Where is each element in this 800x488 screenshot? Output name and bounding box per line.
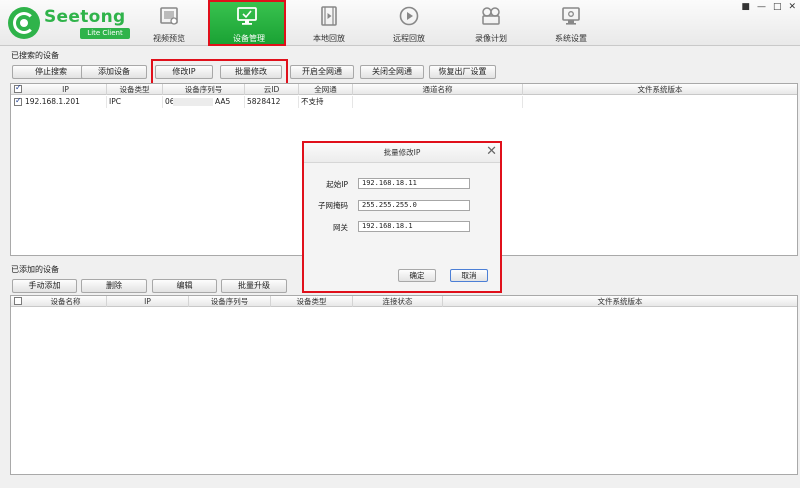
table-header: 设备名称 IP 设备序列号 设备类型 连接状态 文件系统版本 [11, 296, 797, 307]
tab-system-settings[interactable]: 系统设置 [532, 0, 610, 46]
column-cloud-id[interactable]: 云ID [245, 84, 299, 95]
maximize-icon[interactable]: □ [773, 2, 782, 12]
logo-subtitle: Lite Client [80, 28, 130, 39]
add-device-button[interactable]: 添加设备 [81, 65, 147, 79]
added-devices-label: 已添加的设备 [11, 265, 59, 274]
column-device-type[interactable]: 设备类型 [107, 84, 163, 95]
cell-all-network: 不支持 [299, 96, 353, 108]
remote-playback-icon [399, 6, 419, 26]
batch-upgrade-button[interactable]: 批量升级 [221, 279, 287, 293]
serial-suffix: AA5 [215, 97, 231, 106]
logo-icon [8, 7, 40, 39]
searched-devices-label: 已搜索的设备 [11, 51, 59, 60]
tab-local-playback[interactable]: 本地回放 [290, 0, 368, 46]
top-toolbar: Seetong Lite Client 视频预览 设备管理 本地回放 远程回放 … [0, 0, 800, 46]
column-all-network[interactable]: 全网通 [299, 84, 353, 95]
column-ip[interactable]: IP [107, 296, 189, 307]
cell-ip: 192.168.1.201 [23, 96, 107, 108]
select-all-checkbox[interactable] [14, 83, 22, 93]
tab-label: 录像计划 [475, 34, 507, 43]
minimize-icon[interactable]: — [757, 2, 766, 12]
select-all-checkbox[interactable] [14, 297, 22, 305]
column-serial[interactable]: 设备序列号 [163, 84, 245, 95]
added-devices-table: 设备名称 IP 设备序列号 设备类型 连接状态 文件系统版本 [10, 295, 798, 475]
cancel-button[interactable]: 取消 [450, 269, 488, 282]
dialog-close-icon[interactable]: ✕ [486, 143, 497, 161]
close-icon[interactable]: ✕ [788, 2, 796, 12]
cell-fs-version [523, 96, 797, 108]
logo-name: Seetong [44, 7, 126, 27]
disable-all-network-button[interactable]: 关闭全网通 [360, 65, 424, 79]
factory-reset-button[interactable]: 恢复出厂设置 [429, 65, 496, 79]
start-ip-label: 起始IP [326, 180, 348, 189]
tab-label: 视频预览 [153, 34, 185, 43]
column-device-type[interactable]: 设备类型 [271, 296, 353, 307]
window-controls: ■ — □ ✕ [741, 2, 796, 12]
table-row[interactable]: 192.168.1.201 IPC 06 AA5 5828412 不支持 [11, 96, 797, 108]
column-ip[interactable]: IP [25, 84, 107, 95]
column-fs-version[interactable]: 文件系统版本 [443, 296, 797, 307]
batch-modify-ip-dialog: 批量修改IP ✕ 起始IP 192.168.18.11 子网掩码 255.255… [302, 141, 502, 293]
tab-label: 本地回放 [313, 34, 345, 43]
cell-serial: 06 AA5 [163, 96, 245, 108]
highlight-box [151, 59, 288, 85]
subnet-mask-label: 子网掩码 [318, 201, 348, 210]
column-serial[interactable]: 设备序列号 [189, 296, 271, 307]
tab-record-plan[interactable]: 录像计划 [452, 0, 530, 46]
start-ip-input[interactable]: 192.168.18.11 [358, 178, 470, 189]
tab-label: 远程回放 [393, 34, 425, 43]
app-logo: Seetong Lite Client [8, 6, 148, 40]
tab-label: 设备管理 [233, 34, 265, 43]
confirm-button[interactable]: 确定 [398, 269, 436, 282]
column-device-name[interactable]: 设备名称 [25, 296, 107, 307]
subnet-mask-input[interactable]: 255.255.255.0 [358, 200, 470, 211]
cell-device-type: IPC [107, 96, 163, 108]
tab-remote-playback[interactable]: 远程回放 [370, 0, 448, 46]
cell-channel-name [353, 96, 523, 108]
row-checkbox[interactable] [14, 96, 22, 106]
video-preview-icon [160, 7, 178, 25]
record-plan-icon [482, 7, 500, 25]
column-connection-status[interactable]: 连接状态 [353, 296, 443, 307]
tab-video-preview[interactable]: 视频预览 [130, 0, 208, 46]
device-manage-icon [237, 7, 257, 25]
enable-all-network-button[interactable]: 开启全网通 [290, 65, 354, 79]
tab-label: 系统设置 [555, 34, 587, 43]
manual-add-button[interactable]: 手动添加 [12, 279, 77, 293]
delete-button[interactable]: 删除 [81, 279, 147, 293]
pin-icon[interactable]: ■ [741, 2, 750, 12]
gateway-label: 网关 [333, 223, 348, 232]
local-playback-icon [321, 6, 337, 26]
stop-search-button[interactable]: 停止搜索 [12, 65, 90, 79]
cell-cloud-id: 5828412 [245, 96, 299, 108]
column-fs-version[interactable]: 文件系统版本 [523, 84, 797, 95]
table-header: IP 设备类型 设备序列号 云ID 全网通 通道名称 文件系统版本 [11, 83, 797, 95]
column-channel-name[interactable]: 通道名称 [353, 84, 523, 95]
gateway-input[interactable]: 192.168.18.1 [358, 221, 470, 232]
serial-redacted [173, 98, 213, 106]
dialog-title: 批量修改IP [304, 143, 500, 163]
edit-button[interactable]: 编辑 [152, 279, 217, 293]
system-settings-icon [562, 7, 580, 25]
tab-device-manage[interactable]: 设备管理 [208, 0, 286, 46]
